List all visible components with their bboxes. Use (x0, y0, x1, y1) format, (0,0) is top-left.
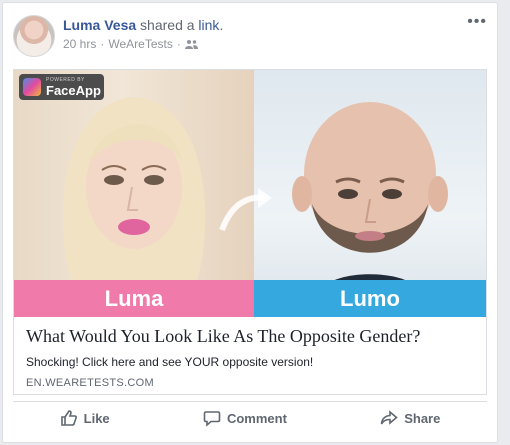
arrow-icon (219, 188, 272, 232)
faceapp-logo-icon (23, 78, 41, 96)
post-meta: 20 hrs · WeAreTests · (63, 37, 198, 51)
comment-label: Comment (226, 410, 287, 426)
more-options-icon[interactable]: ••• (467, 13, 487, 31)
link-description: Shocking! Click here and see YOUR opposi… (26, 355, 314, 369)
post-timestamp[interactable]: 20 hrs (63, 37, 96, 51)
link-title[interactable]: What Would You Look Like As The Opposite… (26, 326, 478, 347)
author-avatar[interactable] (13, 15, 55, 57)
post-source[interactable]: WeAreTests (108, 37, 172, 51)
post-headline: Luma Vesa shared a link. (63, 17, 223, 33)
share-icon (380, 410, 398, 425)
post-header: Luma Vesa shared a link. 20 hrs · WeAreT… (13, 13, 487, 58)
thumbs-up-icon (60, 410, 77, 426)
male-label: Lumo (254, 280, 486, 317)
comment-icon (203, 411, 221, 427)
link-domain: EN.WEARETESTS.COM (26, 377, 154, 389)
male-face-illustration (292, 102, 448, 290)
female-label: Luma (14, 280, 254, 317)
like-button[interactable]: Like (60, 409, 110, 427)
badge-brand: FaceApp (46, 83, 101, 98)
post-actions: Like Comment Share (13, 401, 487, 434)
female-face-illustration (62, 97, 206, 292)
share-label: Share (404, 410, 441, 426)
friends-icon[interactable] (184, 39, 198, 49)
link-preview-text: What Would You Look Like As The Opposite… (26, 326, 478, 389)
link-preview-card[interactable]: Luma Lumo POWERED BY FaceApp What Would … (13, 69, 487, 395)
like-label: Like (83, 410, 110, 426)
author-name[interactable]: Luma Vesa (63, 17, 136, 33)
post-action-text: shared a link. (140, 17, 224, 33)
link-preview-image[interactable]: Luma Lumo POWERED BY FaceApp (14, 70, 486, 317)
shared-link[interactable]: link (198, 17, 219, 33)
share-button[interactable]: Share (380, 409, 440, 427)
feed-post: Luma Vesa shared a link. 20 hrs · WeAreT… (2, 2, 498, 443)
comment-button[interactable]: Comment (203, 409, 287, 427)
faceapp-badge: POWERED BY FaceApp (19, 74, 104, 100)
